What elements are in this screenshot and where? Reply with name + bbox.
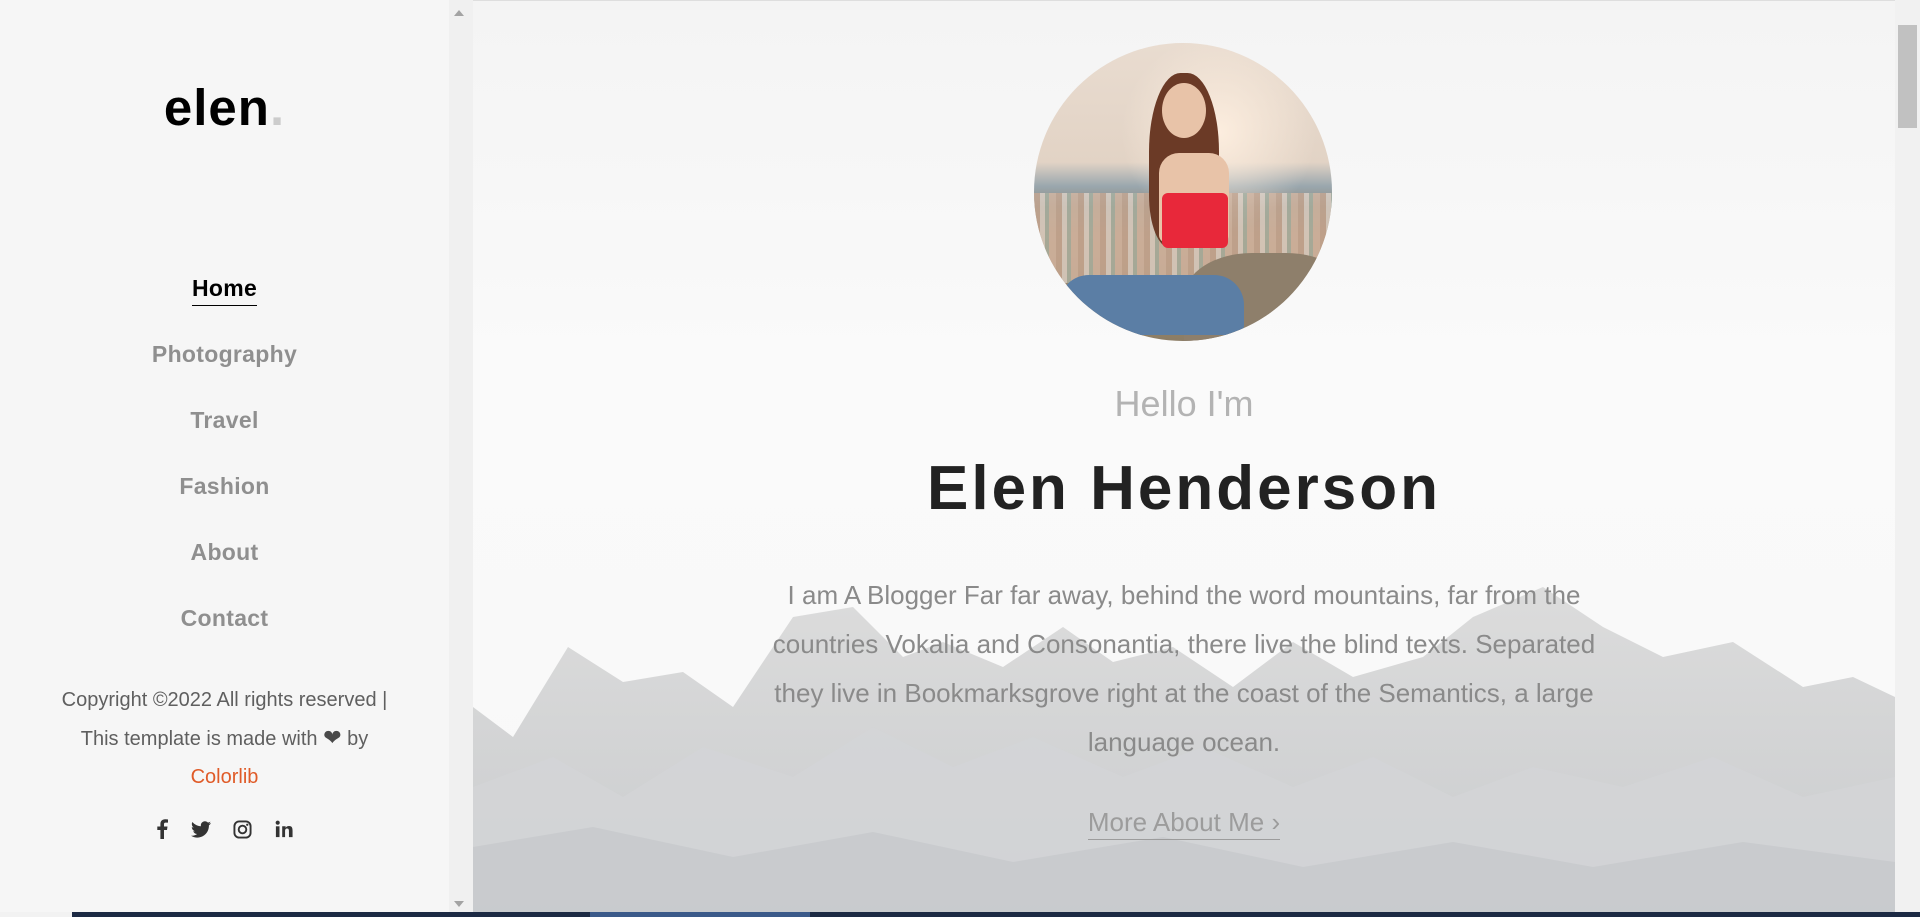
hero-name: Elen Henderson — [927, 454, 1441, 523]
more-about-me-link[interactable]: More About Me › — [1087, 807, 1281, 840]
scroll-down-arrow-icon[interactable] — [454, 901, 464, 907]
taskbar-edge — [0, 912, 1920, 917]
main-nav: Home Photography Travel Fashion About Co… — [0, 275, 449, 671]
instagram-icon[interactable] — [233, 819, 252, 839]
nav-link-travel[interactable]: Travel — [190, 407, 258, 437]
nav-link-about[interactable]: About — [191, 539, 259, 569]
chevron-right-icon: › — [1271, 807, 1281, 837]
copyright-by: by — [347, 728, 369, 750]
hero-section: Hello I'm Elen Henderson I am A Blogger … — [473, 0, 1895, 917]
twitter-icon[interactable] — [190, 820, 211, 838]
more-about-me: More About Me › — [473, 807, 1895, 840]
nav-item-home: Home — [0, 275, 449, 341]
nav-item-contact: Contact — [0, 605, 449, 671]
hero-greeting: Hello I'm — [1114, 383, 1254, 424]
facebook-icon[interactable] — [156, 819, 169, 839]
linkedin-icon[interactable] — [275, 820, 293, 838]
page-scrollbar-thumb[interactable] — [1898, 25, 1917, 128]
sidebar-scrollbar[interactable] — [449, 0, 473, 917]
nav-item-about: About — [0, 539, 449, 605]
scroll-up-arrow-icon[interactable] — [454, 10, 464, 16]
nav-link-photography[interactable]: Photography — [152, 341, 297, 371]
site-logo[interactable]: elen. — [0, 78, 449, 137]
nav-link-contact[interactable]: Contact — [181, 605, 269, 635]
profile-photo — [1034, 43, 1332, 341]
logo-text: elen — [163, 79, 270, 136]
copyright: Copyright ©2022 All rights reserved | Th… — [55, 681, 394, 796]
colorlib-link[interactable]: Colorlib — [191, 766, 259, 788]
logo-dot: . — [269, 79, 286, 136]
heart-icon: ❤ — [323, 725, 342, 750]
nav-link-fashion[interactable]: Fashion — [179, 473, 269, 503]
more-about-me-label: More About Me — [1087, 807, 1265, 837]
social-links — [0, 819, 449, 839]
nav-item-photography: Photography — [0, 341, 449, 407]
sidebar: elen. Home Photography Travel Fashion Ab… — [0, 0, 449, 917]
nav-link-home[interactable]: Home — [191, 275, 258, 306]
page-scrollbar[interactable] — [1895, 0, 1920, 917]
hero-bio: I am A Blogger Far far away, behind the … — [772, 580, 1596, 757]
nav-item-travel: Travel — [0, 407, 449, 473]
nav-item-fashion: Fashion — [0, 473, 449, 539]
